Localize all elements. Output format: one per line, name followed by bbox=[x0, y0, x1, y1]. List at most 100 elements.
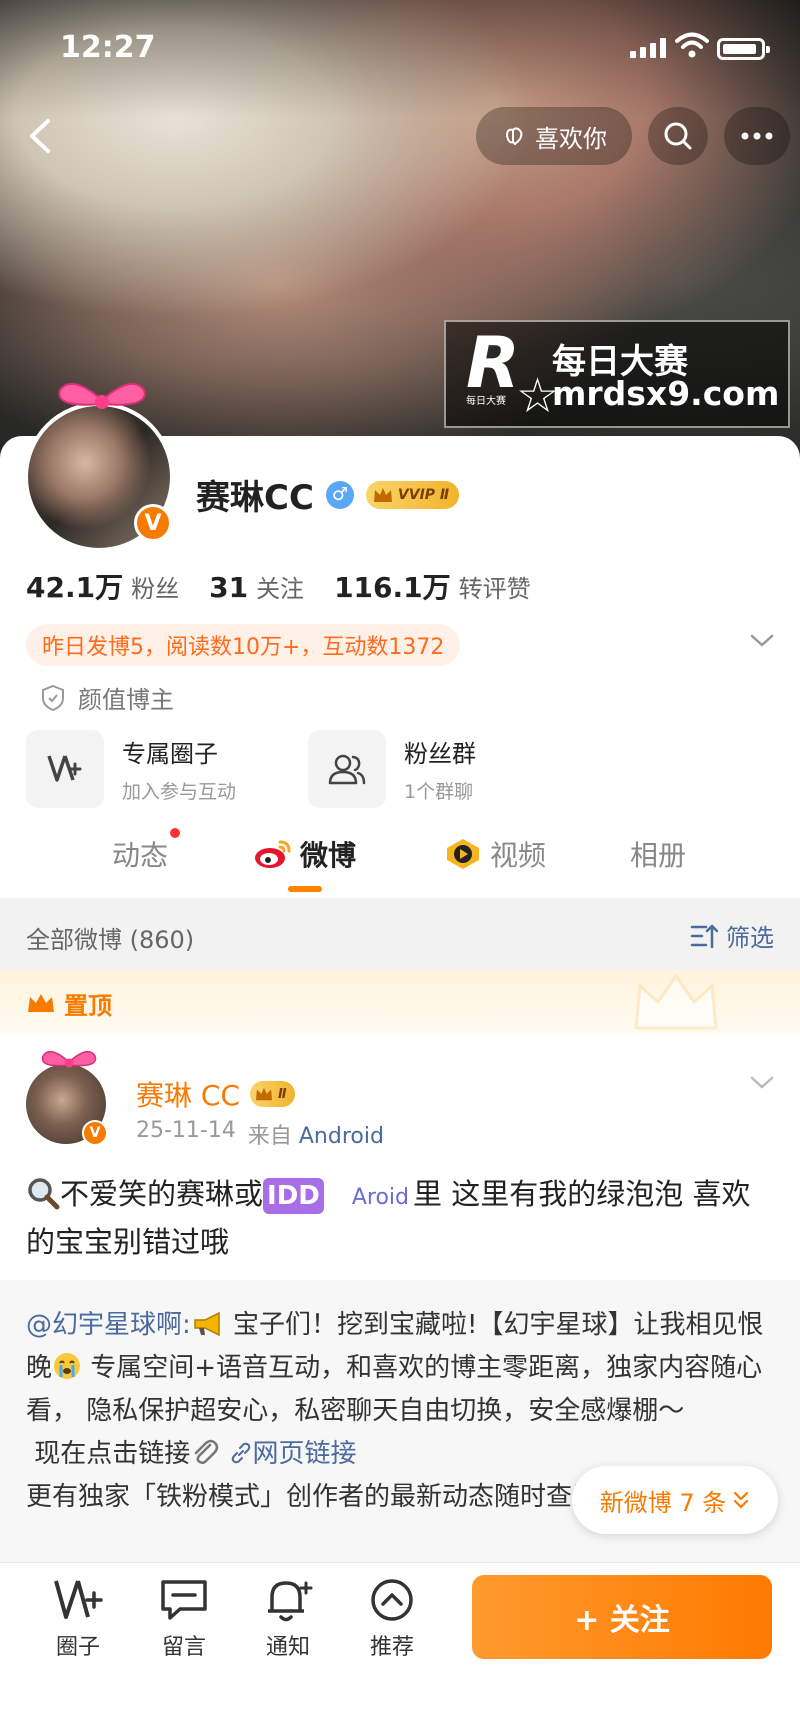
verified-badge: V bbox=[134, 504, 172, 542]
like-you-button[interactable]: 喜欢你 bbox=[476, 107, 632, 165]
feature-subtitle: 加入参与互动 bbox=[122, 781, 237, 803]
circle-icon bbox=[54, 1580, 103, 1619]
stat-fans[interactable]: 42.1万 粉丝 bbox=[26, 566, 179, 606]
crown-icon bbox=[373, 487, 392, 502]
search-emoji-icon bbox=[28, 1178, 60, 1210]
repost-mention[interactable]: @幻宇星球啊: bbox=[26, 1310, 191, 1340]
repost-more: 更有独家「铁粉模式」创作者的最新动态随时查看 bbox=[26, 1482, 599, 1512]
tab-video-label: 视频 bbox=[490, 839, 547, 872]
post-author-avatar[interactable]: V bbox=[26, 1048, 110, 1146]
pink-bow-icon bbox=[58, 382, 146, 409]
post-date: 25-11-14 bbox=[136, 1118, 236, 1143]
stat-interactions-num: 116.1万 bbox=[334, 571, 451, 604]
circle-icon bbox=[26, 730, 104, 808]
status-bar: 12:27 bbox=[0, 28, 800, 68]
hand-heart-icon bbox=[506, 127, 523, 145]
back-icon[interactable] bbox=[18, 111, 68, 161]
more-icon bbox=[741, 132, 773, 140]
stat-following-num: 31 bbox=[209, 571, 249, 604]
top-nav: 喜欢你 bbox=[0, 105, 800, 167]
recommend-button[interactable]: 推荐 bbox=[352, 1577, 432, 1661]
tab-weibo-label: 微博 bbox=[300, 839, 357, 872]
site-watermark: R 每日大赛 ☆ 每日大赛 mrdsx9.com bbox=[444, 320, 790, 428]
message-button[interactable]: 留言 bbox=[144, 1577, 224, 1661]
profile-stats: 42.1万 粉丝 31 关注 116.1万 转评赞 bbox=[26, 566, 531, 606]
group-icon bbox=[308, 730, 386, 808]
watermark-url: mrdsx9.com bbox=[552, 374, 780, 413]
repost-cta: 现在点击链接 bbox=[34, 1439, 191, 1469]
watermark-logo: R bbox=[466, 322, 520, 404]
exclusive-circle-entry[interactable]: 专属圈子 加入参与互动 bbox=[26, 730, 236, 808]
post-text-part1: 不爱笑的赛琳或 bbox=[60, 1177, 264, 1211]
tab-activity[interactable]: 动态 bbox=[112, 834, 168, 874]
new-posts-label: 新微博 7 条 bbox=[599, 1488, 727, 1517]
filter-button[interactable]: 筛选 bbox=[690, 918, 774, 953]
post-from: 来自 bbox=[247, 1124, 292, 1149]
pinned-header: 置顶 bbox=[0, 970, 800, 1034]
gender-icon: ♂ bbox=[325, 480, 354, 509]
stat-interactions[interactable]: 116.1万 转评赞 bbox=[334, 566, 531, 606]
profile-name-row: 赛琳CC ♂ VVIP Ⅱ bbox=[196, 470, 460, 519]
profile-tabs: 动态 微博 视频 相册 bbox=[0, 820, 800, 896]
recommend-label: 推荐 bbox=[369, 1635, 414, 1660]
pink-bow-icon bbox=[41, 1050, 97, 1068]
crown-icon bbox=[256, 1087, 273, 1101]
feature-title: 粉丝群 bbox=[404, 740, 476, 768]
recommend-icon bbox=[371, 1579, 413, 1621]
chevron-down-icon[interactable] bbox=[748, 1074, 776, 1092]
post-author-name[interactable]: 赛琳 CC bbox=[136, 1074, 240, 1114]
wifi-icon bbox=[675, 32, 709, 58]
unread-dot bbox=[170, 828, 180, 838]
web-link[interactable]: 网页链接 bbox=[229, 1439, 357, 1469]
notify-label: 通知 bbox=[265, 1635, 310, 1660]
profile-name: 赛琳CC bbox=[196, 478, 314, 518]
vvip-badge[interactable]: VVIP Ⅱ bbox=[365, 480, 460, 509]
activity-summary[interactable]: 昨日发博5，阅读数10万+，互动数1372 bbox=[26, 624, 461, 666]
post-body: 不爱笑的赛琳或 IDD Aroid 里 这里有我的绿泡泡 喜欢的宝宝别错过哦 bbox=[26, 1172, 776, 1264]
profile-avatar[interactable]: V bbox=[22, 382, 178, 554]
post-meta: 25-11-14 来自 Android bbox=[136, 1118, 384, 1150]
vip-level: Ⅱ bbox=[278, 1086, 287, 1102]
stat-following[interactable]: 31 关注 bbox=[209, 569, 304, 604]
repost-body-2: 专属空间+语音互动，和喜欢的博主零距离，独家内容随心看， 隐私保护超安心，私密聊… bbox=[26, 1353, 763, 1426]
new-posts-pill[interactable]: 新微博 7 条 bbox=[572, 1466, 778, 1534]
active-tab-indicator bbox=[288, 886, 322, 892]
feature-subtitle: 1个群聊 bbox=[404, 781, 474, 803]
follow-button[interactable]: + 关注 bbox=[472, 1575, 772, 1659]
fan-group-entry[interactable]: 粉丝群 1个群聊 bbox=[308, 730, 476, 808]
tab-album[interactable]: 相册 bbox=[630, 834, 686, 874]
watermark-logo-caption: 每日大赛 bbox=[466, 396, 506, 407]
pinned-text: 置顶 bbox=[64, 992, 112, 1020]
verified-badge: V bbox=[82, 1120, 108, 1146]
web-link-label: 网页链接 bbox=[252, 1439, 357, 1469]
post-source[interactable]: Android bbox=[299, 1124, 384, 1149]
crown-icon bbox=[28, 993, 54, 1012]
tab-weibo[interactable]: 微博 bbox=[254, 834, 356, 874]
bell-icon bbox=[268, 1581, 313, 1622]
profile-tag-label: 颜值博主 bbox=[78, 686, 174, 714]
comment-icon bbox=[161, 1580, 207, 1620]
filter-label: 筛选 bbox=[726, 924, 774, 952]
search-button[interactable] bbox=[648, 107, 708, 165]
post-count: 全部微博 (860) bbox=[26, 926, 195, 954]
vip-badge: Ⅱ bbox=[250, 1081, 295, 1107]
tab-video[interactable]: 视频 bbox=[444, 834, 546, 874]
megaphone-icon bbox=[194, 1311, 220, 1337]
stat-interactions-label: 转评赞 bbox=[458, 575, 531, 603]
profile-tag[interactable]: 颜值博主 bbox=[40, 680, 174, 715]
search-icon bbox=[664, 122, 692, 150]
stat-following-label: 关注 bbox=[256, 575, 305, 603]
circle-button[interactable]: 圈子 bbox=[38, 1577, 118, 1661]
message-label: 留言 bbox=[161, 1635, 206, 1660]
circle-label: 圈子 bbox=[55, 1635, 100, 1660]
decorative-crown-icon bbox=[634, 973, 718, 1030]
status-time: 12:27 bbox=[60, 30, 156, 65]
aroid-label: Aroid bbox=[351, 1185, 410, 1210]
notify-button[interactable]: 通知 bbox=[248, 1577, 328, 1661]
feature-title: 专属圈子 bbox=[122, 740, 218, 768]
filter-icon bbox=[690, 924, 718, 948]
stat-fans-num: 42.1万 bbox=[26, 571, 124, 604]
more-button[interactable] bbox=[724, 107, 790, 165]
chevron-down-icon[interactable] bbox=[748, 632, 776, 650]
bottom-action-bar: 圈子 留言 通知 推荐 + 关注 bbox=[0, 1562, 800, 1733]
